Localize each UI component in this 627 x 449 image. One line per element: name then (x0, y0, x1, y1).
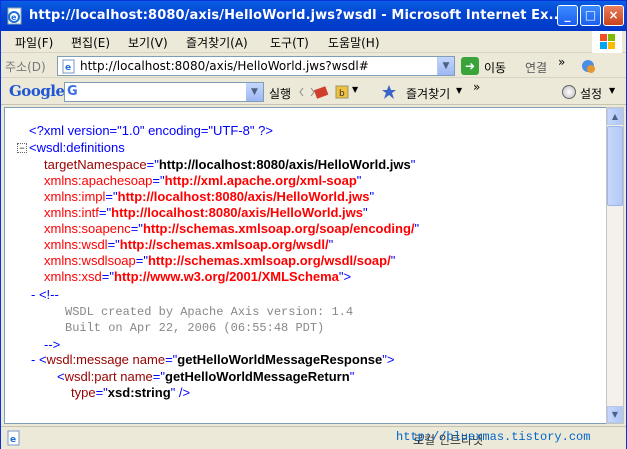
maximize-button[interactable]: □ (580, 5, 601, 26)
menu-file[interactable]: 파일(F) (15, 34, 53, 51)
google-bookmarks-button[interactable]: 즐겨찾기 (406, 85, 450, 102)
popup-blocker-icon[interactable]: b (334, 84, 350, 100)
browser-window: e http://localhost:8080/axis/HelloWorld.… (0, 0, 627, 449)
vertical-scrollbar[interactable]: ▲ ▼ (606, 107, 624, 424)
comment-line: Built on Apr 22, 2006 (06:55:48 PDT) (65, 321, 325, 335)
xml-attribute: xmlns:intf="http://localhost:8080/axis/H… (44, 205, 368, 220)
scroll-thumb[interactable] (607, 126, 623, 206)
menu-view[interactable]: 보기(V) (128, 34, 168, 51)
star-icon[interactable] (381, 84, 397, 100)
extension-icon[interactable] (579, 57, 597, 75)
xml-attribute: xmlns:soapenc="http://schemas.xmlsoap.or… (44, 221, 420, 236)
part-type-attribute: type="xsd:string" /> (71, 385, 191, 400)
links-label[interactable]: 연결 (525, 59, 547, 76)
bookmarks-dropdown-icon[interactable]: ▼ (456, 86, 462, 95)
xml-attribute: xmlns:apachesoap="http://xml.apache.org/… (44, 173, 362, 188)
links-chevron-icon[interactable]: » (558, 55, 565, 69)
google-search-dropdown-button[interactable]: ▼ (246, 83, 263, 101)
comment-close: --> (44, 337, 61, 352)
xml-attribute: xmlns:impl="http://localhost:8080/axis/H… (44, 189, 375, 204)
minimize-button[interactable]: _ (557, 5, 578, 26)
windows-logo-icon (592, 31, 622, 53)
address-bar: 주소(D) e http://localhost:8080/axis/Hello… (1, 54, 626, 78)
scroll-down-button[interactable]: ▼ (607, 406, 623, 423)
popup-dropdown-icon[interactable]: ▼ (352, 85, 358, 94)
xml-declaration: <?xml version="1.0" encoding="UTF-8" ?> (29, 123, 273, 138)
ie-page-icon: e (7, 7, 22, 25)
google-g-icon: G (67, 84, 78, 99)
menu-bar: 파일(F) 편집(E) 보기(V) 즐겨찾기(A) 도구(T) 도움말(H) (1, 31, 626, 53)
go-button[interactable]: 이동 (484, 59, 506, 76)
settings-icon[interactable] (562, 85, 576, 99)
address-label: 주소(D) (5, 60, 46, 74)
svg-text:e: e (10, 435, 16, 445)
menu-tools[interactable]: 도구(T) (270, 34, 309, 51)
part-open-tag: <wsdl:part name="getHelloWorldMessageRet… (57, 369, 355, 384)
google-search-button[interactable]: 실행 (269, 85, 291, 102)
watermark-text: http://bluexmas.tistory.com (396, 430, 591, 444)
page-done-icon: e (7, 430, 20, 446)
collapse-toggle-icon[interactable]: − (17, 143, 27, 153)
svg-text:e: e (11, 13, 17, 22)
toolbar-chevron-icon[interactable]: » (473, 80, 480, 94)
comment-line: WSDL created by Apache Axis version: 1.4 (65, 305, 354, 319)
xml-attribute: xmlns:wsdl="http://schemas.xmlsoap.org/w… (44, 237, 334, 252)
menu-favorites[interactable]: 즐겨찾기(A) (186, 34, 248, 51)
xml-attribute: xmlns:xsd="http://www.w3.org/2001/XMLSch… (44, 269, 352, 284)
close-button[interactable]: × (603, 5, 624, 26)
menu-edit[interactable]: 편집(E) (71, 34, 110, 51)
page-icon: e (62, 59, 75, 74)
address-dropdown-button[interactable]: ▼ (437, 57, 454, 75)
menu-help[interactable]: 도움말(H) (328, 34, 380, 51)
xml-attribute: targetNamespace="http://localhost:8080/a… (44, 157, 416, 172)
title-bar[interactable]: e http://localhost:8080/axis/HelloWorld.… (1, 1, 626, 31)
status-bar: e 로컬 인트라넷 http://bluexmas.tistory.com (1, 426, 626, 449)
message-open-tag[interactable]: - <wsdl:message name="getHelloWorldMessa… (31, 352, 394, 368)
comment-open[interactable]: - <!-- (31, 287, 59, 303)
go-arrow-icon[interactable]: ➜ (461, 57, 479, 75)
google-search-input[interactable]: G ▼ (64, 82, 264, 102)
google-logo[interactable]: Google (9, 82, 65, 100)
definitions-open-tag: <wsdl:definitions (29, 140, 125, 155)
svg-text:b: b (339, 89, 345, 99)
settings-button[interactable]: 설정 (580, 85, 602, 102)
scroll-up-button[interactable]: ▲ (607, 108, 623, 125)
address-input[interactable]: e http://localhost:8080/axis/HelloWorld.… (57, 56, 455, 76)
address-value: http://localhost:8080/axis/HelloWorld.jw… (80, 59, 369, 73)
window-title: http://localhost:8080/axis/HelloWorld.jw… (29, 8, 564, 23)
pagerank-icon[interactable] (313, 84, 329, 100)
google-toolbar: Google G ▼ 실행 b ▼ 즐겨찾기 ▼ » 설정 ▼ (1, 79, 626, 105)
xml-attribute: xmlns:wsdlsoap="http://schemas.xmlsoap.o… (44, 253, 396, 268)
svg-text:e: e (65, 63, 71, 73)
xml-document-view: <?xml version="1.0" encoding="UTF-8" ?> … (4, 107, 606, 424)
settings-dropdown-icon[interactable]: ▼ (609, 86, 615, 95)
